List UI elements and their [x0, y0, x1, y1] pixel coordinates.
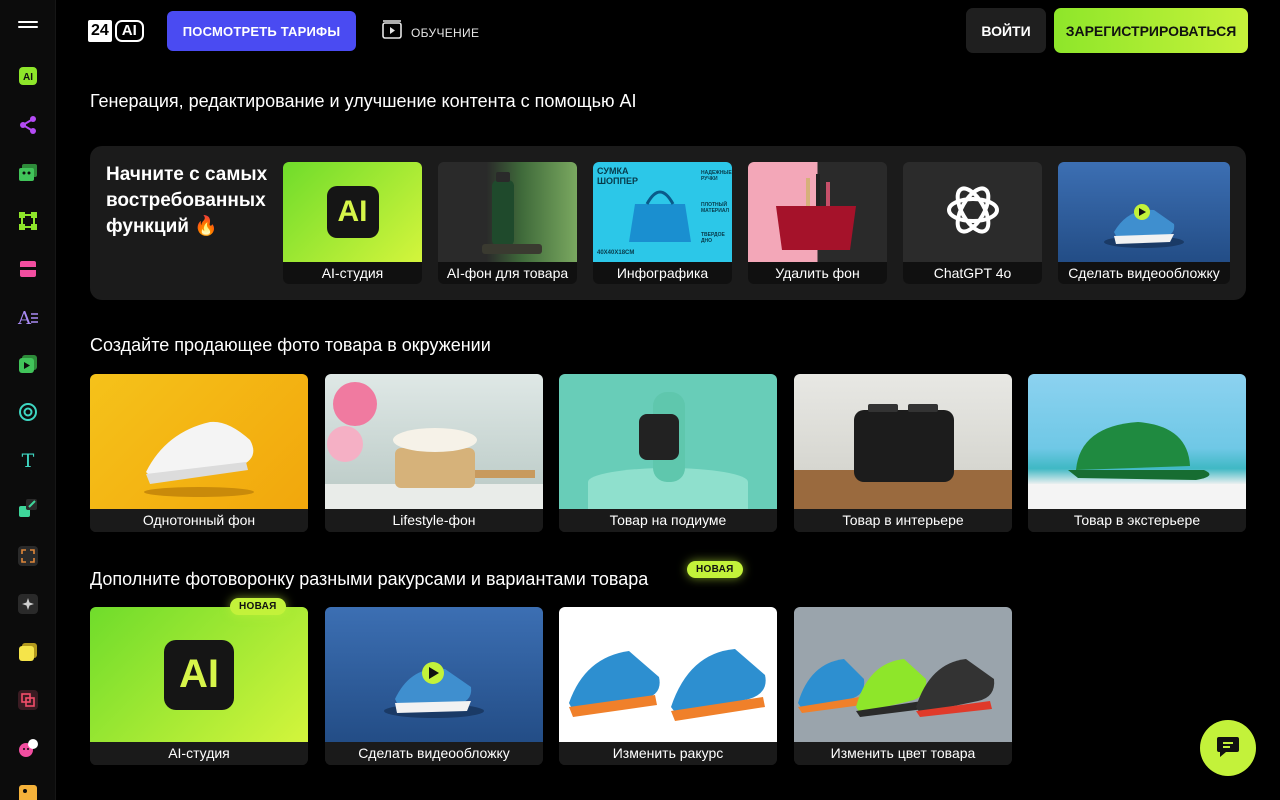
svg-text:AI: AI — [23, 72, 33, 83]
logo-ai: AI — [114, 20, 144, 42]
popular-title: Начните с самых востребованных функций 🔥 — [106, 164, 268, 237]
chatgpt-thumb — [903, 162, 1042, 262]
bottle-thumb — [438, 162, 577, 262]
card-label: AI-фон для товара — [438, 262, 577, 284]
text-format-icon[interactable]: A — [17, 306, 39, 328]
infographic-note: ТВЕРДОЕ ДНО — [701, 232, 725, 244]
card-label: Инфографика — [593, 262, 732, 284]
popular-card-infographic[interactable]: СУМКА ШОППЕР НАДЕЖНЫЕ РУЧКИ ПЛОТНЫЙ МАТЕ… — [593, 162, 732, 284]
sneaker-video-thumb — [1058, 162, 1230, 262]
card-label: ChatGPT 4o — [903, 262, 1042, 284]
chat-bubble-icon — [1215, 733, 1241, 764]
cap-thumb — [1028, 374, 1246, 509]
infographic-size: 40X40X18CM — [597, 250, 635, 256]
card-solid-background[interactable]: Однотонный фон — [90, 374, 308, 532]
svg-text:A: A — [17, 308, 32, 328]
card-label: Изменить ракурс — [559, 742, 777, 765]
ai-logo: AI — [326, 186, 379, 238]
expand-icon[interactable] — [17, 545, 39, 567]
popular-card-ai-studio[interactable]: AI AI-студия — [283, 162, 422, 284]
card-make-video-cover[interactable]: Сделать видеообложку — [325, 607, 543, 765]
card-ai-studio[interactable]: AI AI-студия — [90, 607, 308, 765]
openai-icon[interactable] — [17, 401, 39, 423]
logo[interactable]: 24 AI — [88, 20, 144, 42]
image-gallery-icon[interactable] — [17, 162, 39, 184]
ai-studio-thumb: AI — [90, 607, 308, 742]
card-product-in-interior[interactable]: Товар в интерьере — [794, 374, 1012, 532]
layout-icon[interactable] — [17, 258, 39, 280]
face-swap-icon[interactable] — [17, 737, 39, 759]
vector-nodes-icon[interactable] — [17, 210, 39, 232]
card-label: Изменить цвет товара — [794, 742, 1012, 765]
card-lifestyle-background[interactable]: Lifestyle-фон — [325, 374, 543, 532]
card-label: Товар в экстерьере — [1028, 509, 1246, 532]
sneakers-colors-thumb — [794, 607, 1012, 742]
toaster-thumb — [794, 374, 1012, 509]
card-label: Сделать видеообложку — [325, 742, 543, 765]
smartwatch-thumb — [559, 374, 777, 509]
card-label: Товар в интерьере — [794, 509, 1012, 532]
login-button[interactable]: ВОЙТИ — [966, 8, 1046, 53]
sidebar: AI A T — [0, 0, 56, 800]
view-tariffs-button[interactable]: ПОСМОТРЕТЬ ТАРИФЫ — [167, 11, 356, 51]
popular-card-remove-background[interactable]: Удалить фон — [748, 162, 887, 284]
chat-button[interactable] — [1200, 720, 1256, 776]
learn-link[interactable]: ОБУЧЕНИЕ — [382, 20, 479, 45]
learn-label: ОБУЧЕНИЕ — [411, 25, 480, 40]
popular-functions-panel: Начните с самых востребованных функций 🔥… — [90, 146, 1246, 300]
page-headline: Генерация, редактирование и улучшение ко… — [90, 91, 637, 111]
card-label: AI-студия — [283, 262, 422, 284]
card-change-angle[interactable]: Изменить ракурс — [559, 607, 777, 765]
photo-icon[interactable] — [17, 783, 39, 800]
sneakers-angle-thumb — [559, 607, 777, 742]
infographic-note: ПЛОТНЫЙ МАТЕРИАЛ — [701, 202, 730, 214]
menu-icon[interactable] — [18, 18, 38, 34]
card-change-product-color[interactable]: Изменить цвет товара — [794, 607, 1012, 765]
stack-icon[interactable] — [17, 641, 39, 663]
video-lesson-icon — [382, 20, 402, 45]
infographic-thumb: СУМКА ШОППЕР НАДЕЖНЫЕ РУЧКИ ПЛОТНЫЙ МАТЕ… — [593, 162, 732, 262]
share-nodes-icon[interactable] — [17, 114, 39, 136]
card-label: Однотонный фон — [90, 509, 308, 532]
logo-number: 24 — [88, 20, 112, 42]
popular-card-video-cover[interactable]: Сделать видеообложку — [1058, 162, 1230, 284]
card-label: AI-студия — [90, 742, 308, 765]
video-play-icon[interactable] — [17, 353, 39, 375]
white-sneaker-thumb — [90, 374, 308, 509]
text-t-icon[interactable]: T — [17, 449, 39, 471]
register-button[interactable]: ЗАРЕГИСТРИРОВАТЬСЯ — [1054, 8, 1248, 53]
card-new-badge: НОВАЯ — [230, 598, 286, 615]
ai-studio-thumb: AI — [283, 162, 422, 262]
svg-text:T: T — [22, 450, 35, 471]
cream-jar-thumb — [325, 374, 543, 509]
section-environment-title: Создайте продающее фото товара в окружен… — [90, 335, 491, 355]
card-label: Удалить фон — [748, 262, 887, 284]
card-label: Сделать видеообложку — [1058, 262, 1230, 284]
infographic-note: НАДЕЖНЫЕ РУЧКИ — [701, 170, 732, 182]
section-angles-title: Дополните фотоворонку разными ракурсами … — [90, 569, 649, 589]
card-product-on-podium[interactable]: Товар на подиуме — [559, 374, 777, 532]
ai-icon[interactable]: AI — [17, 65, 39, 87]
cosmetics-bag-thumb — [748, 162, 887, 262]
fire-icon: 🔥 — [194, 216, 218, 237]
card-label: Lifestyle-фон — [325, 509, 543, 532]
ai-logo: AI — [164, 639, 234, 710]
sparkle-icon[interactable] — [17, 593, 39, 615]
popular-card-chatgpt[interactable]: ChatGPT 4o — [903, 162, 1042, 284]
replace-icon[interactable] — [17, 689, 39, 711]
sneaker-video-thumb — [325, 607, 543, 742]
card-product-in-exterior[interactable]: Товар в экстерьере — [1028, 374, 1246, 532]
openai-logo-icon — [943, 180, 1003, 245]
popular-card-ai-background[interactable]: AI-фон для товара — [438, 162, 577, 284]
upscale-icon[interactable] — [17, 497, 39, 519]
new-badge: НОВАЯ — [687, 561, 743, 578]
card-label: Товар на подиуме — [559, 509, 777, 532]
